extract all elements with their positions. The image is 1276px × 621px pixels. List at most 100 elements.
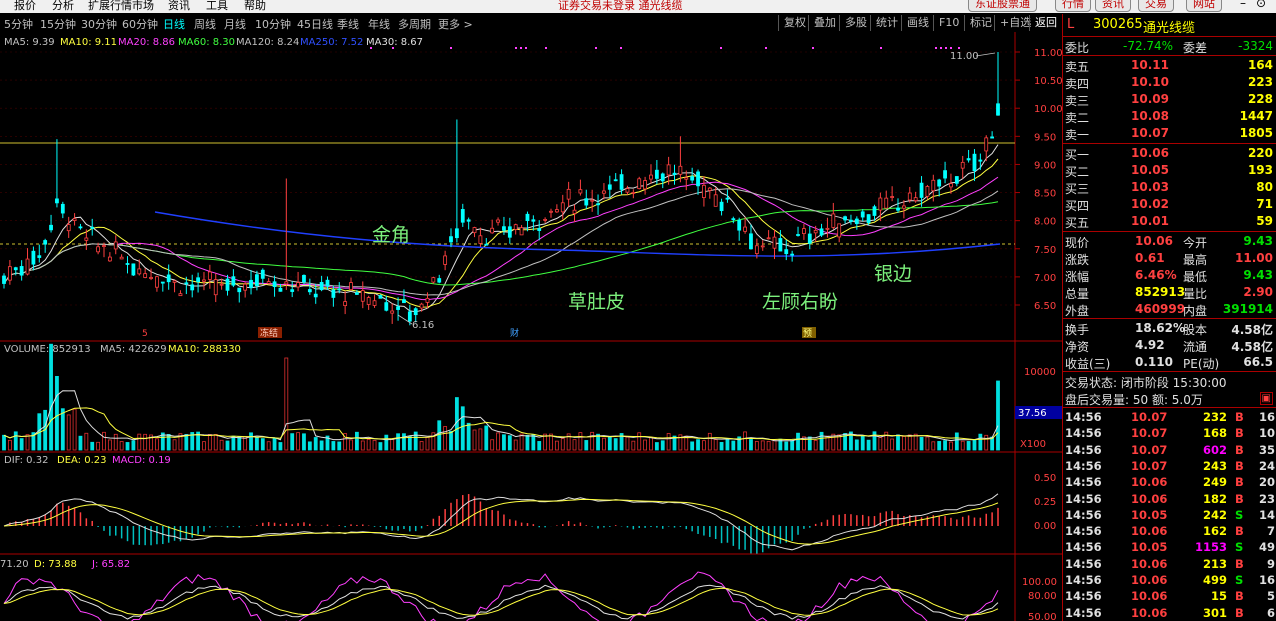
period-5min[interactable]: 5分钟 [4,16,33,32]
tick-side: B [1235,426,1244,441]
quote-row: 外盘 460999 内盘 391914 [1063,301,1276,318]
bid-price: 10.01 [1131,214,1169,228]
period-60min[interactable]: 60分钟 [122,16,158,32]
f10-button[interactable]: F10 [933,15,964,31]
tick-count: 9 [1266,556,1275,571]
period-daily[interactable]: 日线 [163,16,185,32]
tick-price: 10.06 [1131,524,1168,539]
ask-row[interactable]: 卖一 10.07 1805 [1063,125,1276,142]
period-weekly[interactable]: 周线 [194,16,216,32]
fund-value: 4.58亿 [1231,340,1273,354]
tick-time: 14:56 [1065,540,1102,555]
menu-item-news[interactable]: 资讯 [168,0,190,13]
quote-value: 9.43 [1243,234,1273,248]
ask-row[interactable]: 卖二 10.08 1447 [1063,108,1276,125]
menu-item-tools[interactable]: 工具 [206,0,228,13]
ask-volume: 1805 [1239,126,1273,140]
tick-row: 14:56 10.07 232 B 16 [1063,409,1276,425]
tick-volume: 1153 [1194,540,1227,555]
annotation-grass-belly: 草肚皮 [568,291,626,313]
macd-axis-000: 0.00 [1034,521,1056,532]
minimize-icon[interactable]: – [1240,0,1246,10]
period-45day[interactable]: 45日线 [297,16,333,32]
multi-stock-button[interactable]: 多股 [839,15,872,31]
website-button[interactable]: 网站 [1186,0,1222,12]
fund-value: 4.58亿 [1231,323,1273,337]
bid-row[interactable]: 买三 10.03 80 [1063,179,1276,196]
bid-price: 10.03 [1131,180,1169,194]
stats-button[interactable]: 统计 [870,15,903,31]
bid-row[interactable]: 买二 10.05 193 [1063,162,1276,179]
annotation-silver-edge: 银边 [874,263,913,285]
tick-volume: 602 [1202,442,1227,457]
ask-row[interactable]: 卖五 10.11 164 [1063,57,1276,74]
period-more[interactable]: 更多 > [438,16,473,32]
quote-value: 391914 [1222,302,1273,316]
period-15min[interactable]: 15分钟 [40,16,76,32]
mark-button[interactable]: 标记 [964,15,997,31]
stock-code: 300265 [1093,17,1143,32]
quote-label: 涨跌 [1065,253,1090,267]
tick-price: 10.06 [1131,589,1168,604]
ask-label: 卖三 [1065,94,1090,108]
fund-value: 66.5 [1243,355,1273,369]
menu-item-help[interactable]: 帮助 [244,0,266,13]
kdj-axis-50: 50.00 [1028,612,1057,621]
trade-status: 交易状态: 闭市阶段 15:30:00 [1065,376,1227,390]
tick-row: 14:56 10.05 242 S 14 [1063,507,1276,523]
tick-volume: 243 [1202,458,1227,473]
order-ratio-row: 委比 -72.74% 委差 -3324 [1063,38,1276,55]
ask-row[interactable]: 卖三 10.09 228 [1063,91,1276,108]
login-notice: 证券交易未登录 通光线缆 [558,0,683,12]
draw-line-button[interactable]: 画线 [901,15,934,31]
price-axis-label: 10.00 [1034,104,1062,115]
ask-row[interactable]: 卖四 10.10 223 [1063,74,1276,91]
tick-side: S [1235,507,1244,522]
tick-count: 24 [1258,458,1275,473]
period-monthly[interactable]: 月线 [224,16,246,32]
overlay-button[interactable]: 叠加 [808,15,841,31]
period-quarterly[interactable]: 季线 [337,16,359,32]
tick-volume: 242 [1202,507,1227,522]
stock-name: 通光线缆 [1143,21,1196,36]
restore-icon[interactable]: ⊙ [1256,0,1266,10]
quote-label: 现价 [1065,236,1090,250]
menu-item-quote[interactable]: 报价 [14,0,36,13]
bid-row[interactable]: 买四 10.02 71 [1063,196,1276,213]
trade-button[interactable]: 交易 [1138,0,1174,12]
volume-ma5-legend: MA5: 422629 [100,344,167,355]
high-price-marker: 11.00 [950,51,979,62]
menu-item-ext-market[interactable]: 扩展行情市场 [88,0,154,13]
period-multi[interactable]: 多周期 [398,16,431,32]
quote-row: 涨跌 0.61 最高 11.00 [1063,250,1276,267]
tick-side: B [1235,458,1244,473]
tick-time: 14:56 [1065,458,1102,473]
menu-item-analysis[interactable]: 分析 [52,0,74,13]
period-yearly[interactable]: 年线 [368,16,390,32]
period-30min[interactable]: 30分钟 [81,16,117,32]
dif-legend: DIF: 0.32 [4,455,48,466]
kdj-d-legend: D: 73.88 [34,559,77,570]
quote-label: 外盘 [1065,304,1090,318]
tick-row: 14:56 10.06 162 B 7 [1063,523,1276,539]
ask-price: 10.10 [1131,75,1169,89]
expand-icon[interactable]: ▣ [1259,392,1273,405]
news-button[interactable]: 资讯 [1095,0,1131,12]
bid-volume: 193 [1247,163,1273,177]
bid-volume: 80 [1256,180,1273,194]
tick-volume: 15 [1210,589,1227,604]
ma5-legend: MA5: 9.39 [4,37,55,48]
weibi-value: -72.74% [1123,39,1174,53]
period-10min[interactable]: 10分钟 [255,16,291,32]
fund-label: 流通 [1183,340,1208,354]
ma120-legend: MA120: 8.24 [236,37,299,48]
adjust-button[interactable]: 复权 [778,15,811,31]
quote-button[interactable]: 行情 [1055,0,1091,12]
bid-row[interactable]: 买一 10.06 220 [1063,145,1276,162]
stock-header: L 300265 通光线缆 [1063,16,1276,36]
dz-stock-button[interactable]: 东证股票通 [968,0,1037,12]
tick-volume: 249 [1202,475,1227,490]
stock-chart[interactable]: 11.00 10.50 10.00 9.50 9.00 8.50 8.00 7.50 7.00 6… [0,32,1062,621]
bid-row[interactable]: 买五 10.01 59 [1063,213,1276,230]
back-button[interactable]: 返回 [1029,15,1062,31]
